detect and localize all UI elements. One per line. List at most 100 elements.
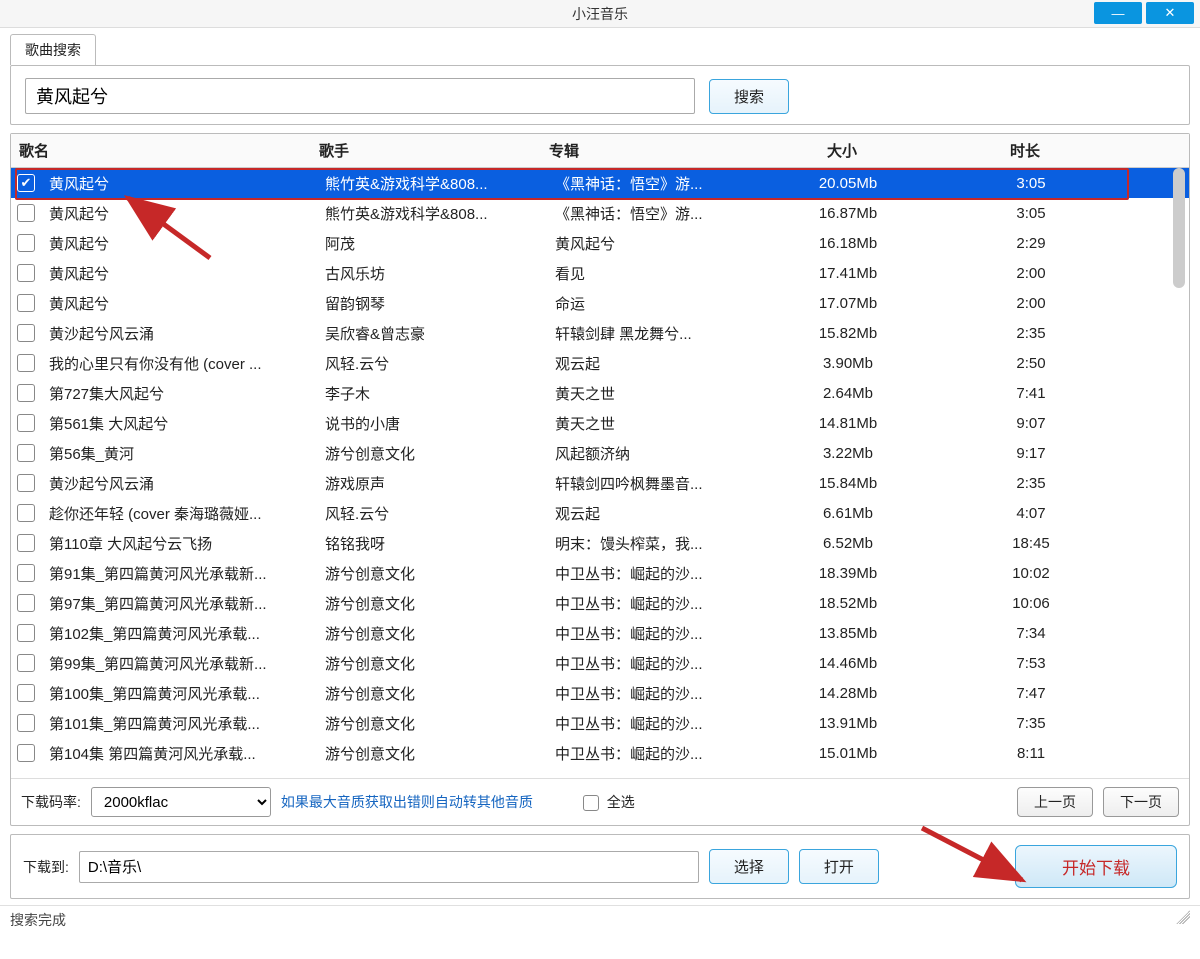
row-checkbox[interactable] xyxy=(17,474,35,492)
path-label: 下载到: xyxy=(23,857,69,877)
table-row[interactable]: 黄沙起兮风云涌游戏原声轩辕剑四吟枫舞墨音...15.84Mb2:35 xyxy=(11,468,1189,498)
row-checkbox[interactable] xyxy=(17,234,35,252)
cell-artist: 游兮创意文化 xyxy=(317,557,547,590)
status-text: 搜索完成 xyxy=(10,910,66,930)
scrollbar[interactable] xyxy=(1171,168,1187,771)
cell-album: 风起额济纳 xyxy=(547,437,759,470)
cell-name: 第104集 第四篇黄河风光承载... xyxy=(41,737,317,770)
next-page-button[interactable]: 下一页 xyxy=(1103,787,1179,817)
row-checkbox[interactable] xyxy=(17,744,35,762)
row-checkbox[interactable] xyxy=(17,444,35,462)
results-panel: 歌名 歌手 专辑 大小 时长 黄风起兮熊竹英&游戏科学&808...《黑神话：悟… xyxy=(10,133,1190,826)
table-row[interactable]: 第101集_第四篇黄河风光承载...游兮创意文化中卫丛书：崛起的沙...13.9… xyxy=(11,708,1189,738)
table-row[interactable]: 第110章 大风起兮云飞扬铭铭我呀明末：馒头榨菜，我...6.52Mb18:45 xyxy=(11,528,1189,558)
row-checkbox[interactable] xyxy=(17,324,35,342)
close-button[interactable]: ✕ xyxy=(1146,2,1194,24)
cell-artist: 游兮创意文化 xyxy=(317,437,547,470)
open-folder-button[interactable]: 打开 xyxy=(799,849,879,884)
cell-duration: 9:07 xyxy=(937,409,1125,438)
table-row[interactable]: 黄风起兮熊竹英&游戏科学&808...《黑神话：悟空》游...16.87Mb3:… xyxy=(11,198,1189,228)
cell-duration: 2:00 xyxy=(937,259,1125,288)
cell-size: 16.18Mb xyxy=(759,229,937,258)
cell-duration: 4:07 xyxy=(937,499,1125,528)
table-row[interactable]: 第104集 第四篇黄河风光承载...游兮创意文化中卫丛书：崛起的沙...15.0… xyxy=(11,738,1189,768)
row-checkbox[interactable] xyxy=(17,594,35,612)
search-input[interactable] xyxy=(25,78,695,114)
cell-size: 20.05Mb xyxy=(759,169,937,198)
cell-size: 17.41Mb xyxy=(759,259,937,288)
row-checkbox[interactable] xyxy=(17,264,35,282)
cell-name: 我的心里只有你没有他 (cover ... xyxy=(41,347,317,380)
start-download-button[interactable]: 开始下载 xyxy=(1015,845,1177,888)
table-row[interactable]: 第100集_第四篇黄河风光承载...游兮创意文化中卫丛书：崛起的沙...14.2… xyxy=(11,678,1189,708)
row-checkbox[interactable] xyxy=(17,414,35,432)
row-checkbox[interactable] xyxy=(17,294,35,312)
cell-album: 黄风起兮 xyxy=(547,227,759,260)
table-row[interactable]: 趁你还年轻 (cover 秦海璐薇娅...风轻.云兮观云起6.61Mb4:07 xyxy=(11,498,1189,528)
cell-duration: 7:41 xyxy=(937,379,1125,408)
col-size[interactable]: 大小 xyxy=(753,134,931,167)
download-panel: 下载到: 选择 打开 开始下载 xyxy=(10,834,1190,899)
select-all-checkbox[interactable] xyxy=(583,795,599,811)
resize-grip-icon[interactable] xyxy=(1176,910,1190,924)
cell-artist: 游兮创意文化 xyxy=(317,587,547,620)
table-row[interactable]: 第91集_第四篇黄河风光承载新...游兮创意文化中卫丛书：崛起的沙...18.3… xyxy=(11,558,1189,588)
tab-search[interactable]: 歌曲搜索 xyxy=(10,34,96,65)
cell-name: 黄沙起兮风云涌 xyxy=(41,467,317,500)
scrollbar-thumb[interactable] xyxy=(1173,168,1185,288)
table-row[interactable]: 黄沙起兮风云涌吴欣睿&曾志豪轩辕剑肆 黑龙舞兮...15.82Mb2:35 xyxy=(11,318,1189,348)
col-name[interactable]: 歌名 xyxy=(11,134,311,167)
prev-page-button[interactable]: 上一页 xyxy=(1017,787,1093,817)
row-checkbox[interactable] xyxy=(17,654,35,672)
table-row[interactable]: 第561集 大风起兮说书的小唐黄天之世14.81Mb9:07 xyxy=(11,408,1189,438)
row-checkbox[interactable] xyxy=(17,174,35,192)
cell-artist: 铭铭我呀 xyxy=(317,527,547,560)
table-row[interactable]: 第99集_第四篇黄河风光承载新...游兮创意文化中卫丛书：崛起的沙...14.4… xyxy=(11,648,1189,678)
table-row[interactable]: 我的心里只有你没有他 (cover ...风轻.云兮观云起3.90Mb2:50 xyxy=(11,348,1189,378)
cell-name: 第561集 大风起兮 xyxy=(41,407,317,440)
cell-size: 18.52Mb xyxy=(759,589,937,618)
search-button[interactable]: 搜索 xyxy=(709,79,789,114)
cell-size: 17.07Mb xyxy=(759,289,937,318)
table-row[interactable]: 黄风起兮阿茂黄风起兮16.18Mb2:29 xyxy=(11,228,1189,258)
row-checkbox[interactable] xyxy=(17,624,35,642)
select-all[interactable]: 全选 xyxy=(583,792,635,812)
options-row: 下载码率: 2000kflac 如果最大音质获取出错则自动转其他音质 全选 上一… xyxy=(11,778,1189,825)
cell-artist: 风轻.云兮 xyxy=(317,497,547,530)
bitrate-select[interactable]: 2000kflac xyxy=(91,787,271,817)
row-checkbox[interactable] xyxy=(17,684,35,702)
row-checkbox[interactable] xyxy=(17,504,35,522)
cell-album: 中卫丛书：崛起的沙... xyxy=(547,617,759,650)
table-row[interactable]: 黄风起兮留韵钢琴命运17.07Mb2:00 xyxy=(11,288,1189,318)
col-artist[interactable]: 歌手 xyxy=(311,134,541,167)
row-checkbox[interactable] xyxy=(17,354,35,372)
table-row[interactable]: 第102集_第四篇黄河风光承载...游兮创意文化中卫丛书：崛起的沙...13.8… xyxy=(11,618,1189,648)
table-row[interactable]: 黄风起兮古风乐坊看见17.41Mb2:00 xyxy=(11,258,1189,288)
minimize-button[interactable]: — xyxy=(1094,2,1142,24)
table-row[interactable]: 第727集大风起兮李子木黄天之世2.64Mb7:41 xyxy=(11,378,1189,408)
cell-duration: 18:45 xyxy=(937,529,1125,558)
cell-size: 3.22Mb xyxy=(759,439,937,468)
choose-folder-button[interactable]: 选择 xyxy=(709,849,789,884)
row-checkbox[interactable] xyxy=(17,534,35,552)
cell-name: 黄风起兮 xyxy=(41,197,317,230)
path-input[interactable] xyxy=(79,851,699,883)
row-checkbox[interactable] xyxy=(17,564,35,582)
table-row[interactable]: 第97集_第四篇黄河风光承载新...游兮创意文化中卫丛书：崛起的沙...18.5… xyxy=(11,588,1189,618)
col-duration[interactable]: 时长 xyxy=(931,134,1119,167)
tab-bar: 歌曲搜索 xyxy=(0,28,1200,65)
col-album[interactable]: 专辑 xyxy=(541,134,753,167)
row-checkbox[interactable] xyxy=(17,384,35,402)
cell-name: 第101集_第四篇黄河风光承载... xyxy=(41,707,317,740)
cell-album: 观云起 xyxy=(547,497,759,530)
cell-size: 13.85Mb xyxy=(759,619,937,648)
row-checkbox[interactable] xyxy=(17,204,35,222)
table-row[interactable]: 第56集_黄河游兮创意文化风起额济纳3.22Mb9:17 xyxy=(11,438,1189,468)
search-panel: 搜索 xyxy=(10,65,1190,125)
row-checkbox[interactable] xyxy=(17,714,35,732)
table-row[interactable]: 黄风起兮熊竹英&游戏科学&808...《黑神话：悟空》游...20.05Mb3:… xyxy=(11,168,1189,198)
cell-duration: 2:00 xyxy=(937,289,1125,318)
cell-duration: 2:35 xyxy=(937,469,1125,498)
cell-artist: 熊竹英&游戏科学&808... xyxy=(317,197,547,230)
cell-duration: 8:11 xyxy=(937,739,1125,768)
